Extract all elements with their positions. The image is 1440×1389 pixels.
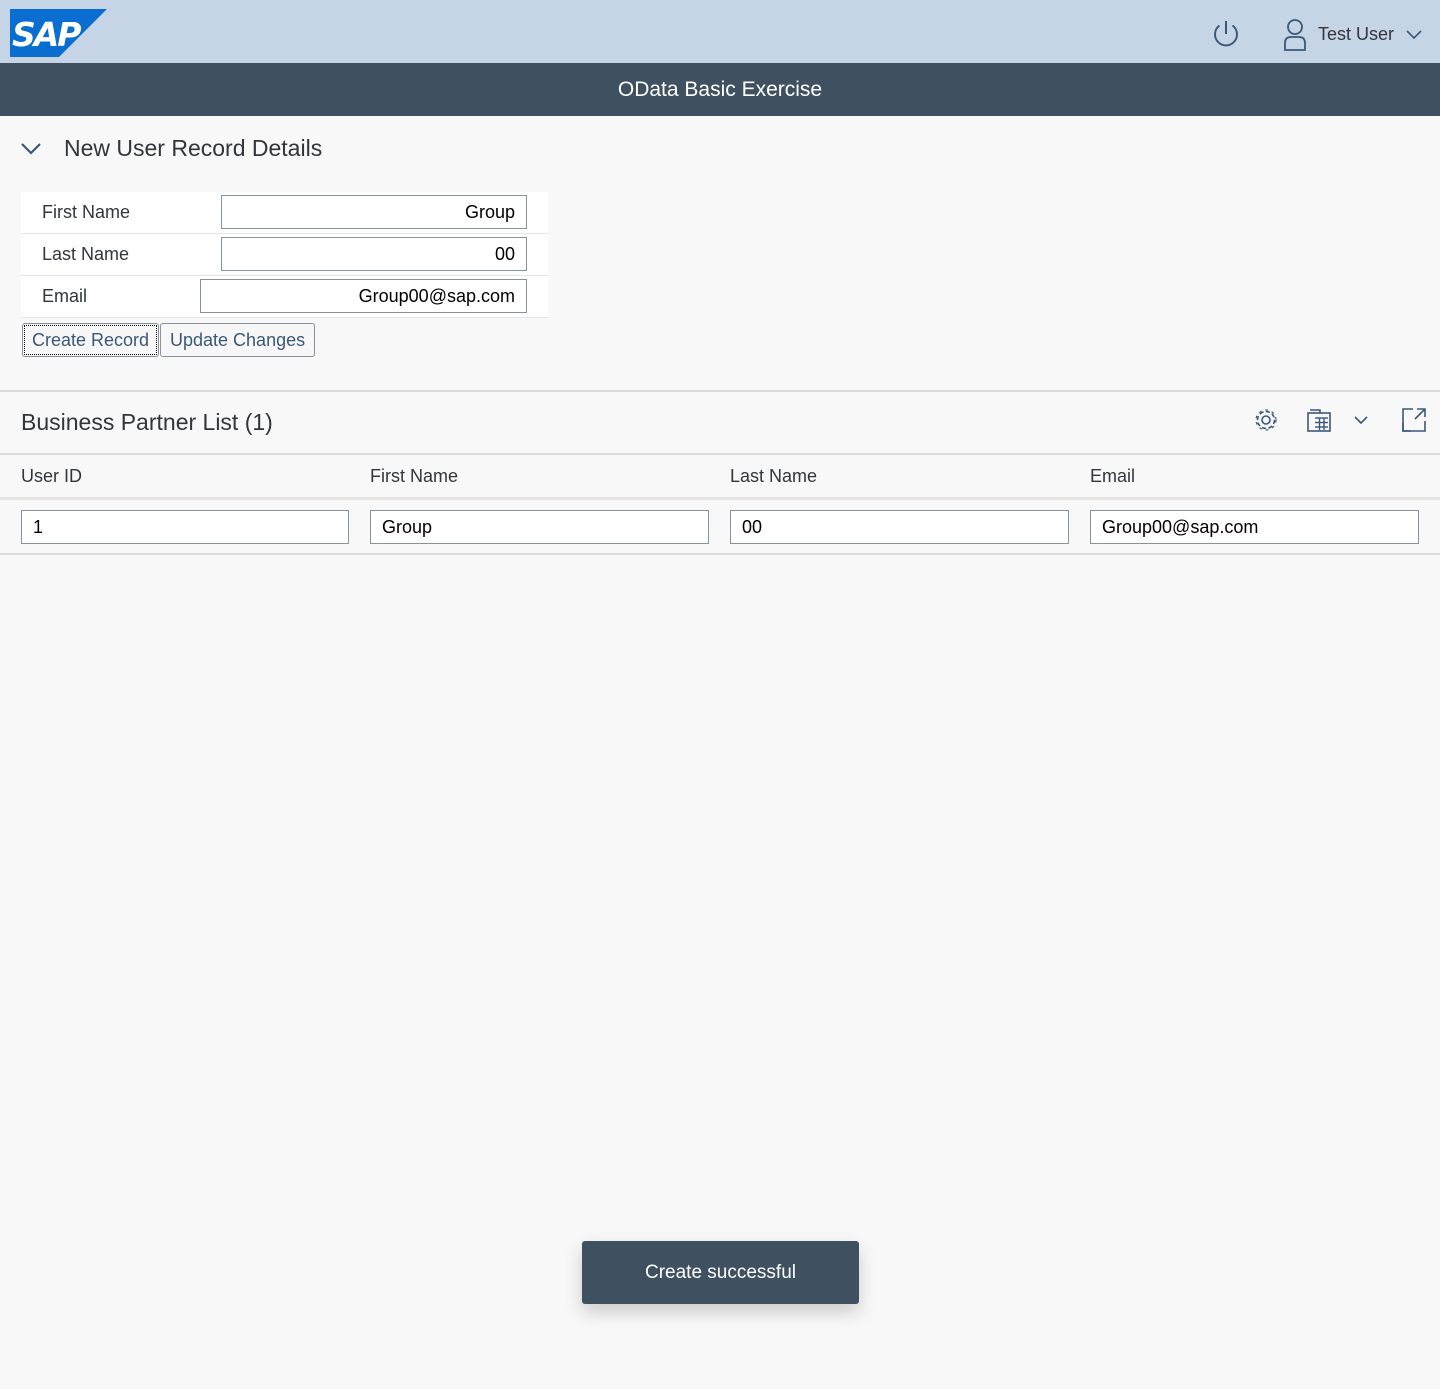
email-cell[interactable]: Group00@sap.com	[1090, 510, 1419, 544]
section-divider	[0, 390, 1440, 392]
fullscreen-icon[interactable]	[1400, 406, 1428, 434]
user-menu[interactable]: Test User	[1280, 16, 1424, 52]
first-name-cell[interactable]: Group	[370, 510, 709, 544]
first-name-label: First Name	[42, 202, 131, 222]
sap-logo[interactable]: SAP	[10, 9, 107, 57]
power-icon[interactable]	[1208, 16, 1244, 52]
column-header-user-id[interactable]: User ID	[21, 462, 82, 490]
chevron-down-icon[interactable]	[1348, 406, 1376, 434]
last-name-input[interactable]: 00	[221, 237, 527, 271]
toast-message: Create successful	[644, 1261, 796, 1283]
form-row-last-name: Last Name 00	[21, 234, 548, 276]
panel-header-toggle[interactable]: New User Record Details	[20, 128, 322, 168]
column-header-last-name[interactable]: Last Name	[730, 462, 817, 490]
table-bottom-border	[0, 553, 1440, 555]
update-changes-button[interactable]: Update Changes	[160, 323, 316, 357]
user-id-cell[interactable]: 1	[21, 510, 349, 544]
email-label: Email	[42, 286, 88, 306]
app-title: OData Basic Exercise	[617, 77, 823, 101]
table-header-bottom-border	[0, 497, 1440, 500]
email-input[interactable]: Group00@sap.com	[200, 279, 527, 313]
chevron-down-icon	[21, 143, 41, 155]
user-name: Test User	[1318, 23, 1395, 44]
user-icon	[1284, 19, 1306, 51]
app-title-bar: OData Basic Exercise	[0, 63, 1440, 116]
shell-bar: SAP Test User	[0, 0, 1440, 63]
form-row-email: Email Group00@sap.com	[21, 276, 548, 318]
message-toast: Create successful	[582, 1241, 859, 1304]
form-row-first-name: First Name Group	[21, 192, 548, 234]
column-header-email[interactable]: Email	[1090, 462, 1135, 490]
logo-text: SAP	[12, 15, 81, 54]
panel-title: New User Record Details	[64, 134, 323, 161]
table-title: Business Partner List (1)	[21, 409, 273, 435]
gear-icon[interactable]	[1252, 406, 1280, 434]
first-name-input[interactable]: Group	[221, 195, 527, 229]
column-header-first-name[interactable]: First Name	[370, 462, 458, 490]
last-name-cell[interactable]: 00	[730, 510, 1069, 544]
chevron-down-icon	[1406, 30, 1422, 40]
export-spreadsheet-icon[interactable]	[1305, 406, 1333, 434]
create-record-button[interactable]: Create Record	[22, 323, 160, 357]
table-header-top-border	[0, 453, 1440, 455]
last-name-label: Last Name	[42, 244, 130, 264]
